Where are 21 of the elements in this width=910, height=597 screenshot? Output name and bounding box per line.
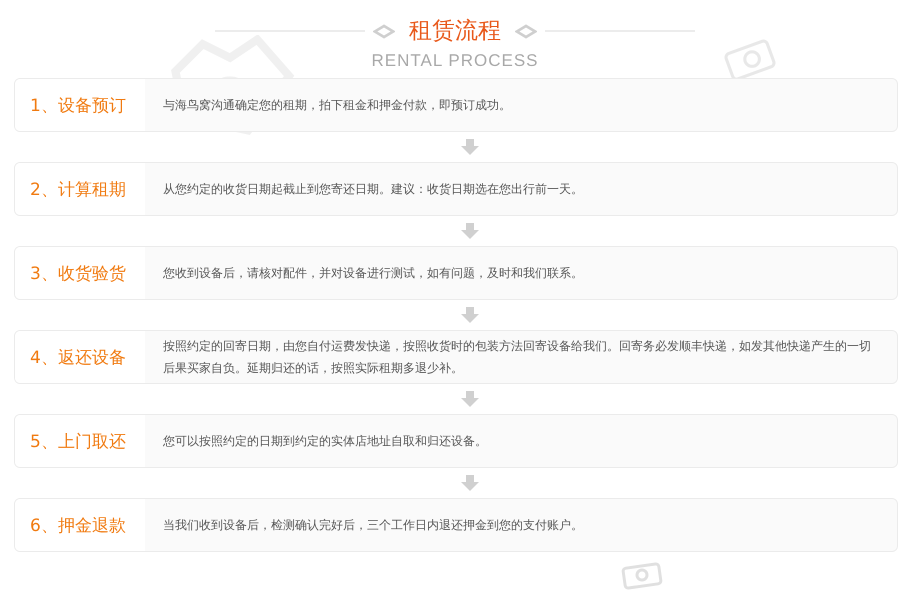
step-title: 4、返还设备 — [15, 331, 145, 383]
section-title: 租赁流程 — [409, 17, 501, 46]
down-arrow-icon — [461, 139, 479, 155]
step-title: 1、设备预订 — [15, 79, 145, 131]
down-arrow-icon — [461, 391, 479, 407]
step-description: 与海鸟窝沟通确定您的租期，拍下租金和押金付款，即预订成功。 — [163, 97, 511, 114]
step-description: 您可以按照约定的日期到约定的实体店地址自取和归还设备。 — [163, 433, 487, 450]
down-arrow-icon — [461, 475, 479, 491]
diamond-icon — [373, 24, 395, 38]
step-description: 按照约定的回寄日期，由您自付运费发快递，按照收货时的包装方法回寄设备给我们。回寄务必发顺丰快递，如发其他快递产生的一切后果买家自负。延期归还的话，按照实际租期多退少补。 — [163, 338, 872, 377]
step-title: 6、押金退款 — [15, 499, 145, 551]
step-title: 3、收货验货 — [15, 247, 145, 299]
section-subtitle: RENTAL PROCESS — [371, 51, 539, 71]
down-arrow-icon — [461, 307, 479, 323]
step-description: 当我们收到设备后，检测确认完好后，三个工作日内退还押金到您的支付账户。 — [163, 517, 583, 534]
step-description: 您收到设备后，请核对配件，并对设备进行测试，如有问题，及时和我们联系。 — [163, 265, 583, 282]
step-title: 5、上门取还 — [15, 415, 145, 467]
down-arrow-icon — [461, 223, 479, 239]
step-title: 2、计算租期 — [15, 163, 145, 215]
step-description: 从您约定的收货日期起截止到您寄还日期。建议：收货日期选在您出行前一天。 — [163, 181, 583, 198]
diamond-icon — [515, 24, 537, 38]
